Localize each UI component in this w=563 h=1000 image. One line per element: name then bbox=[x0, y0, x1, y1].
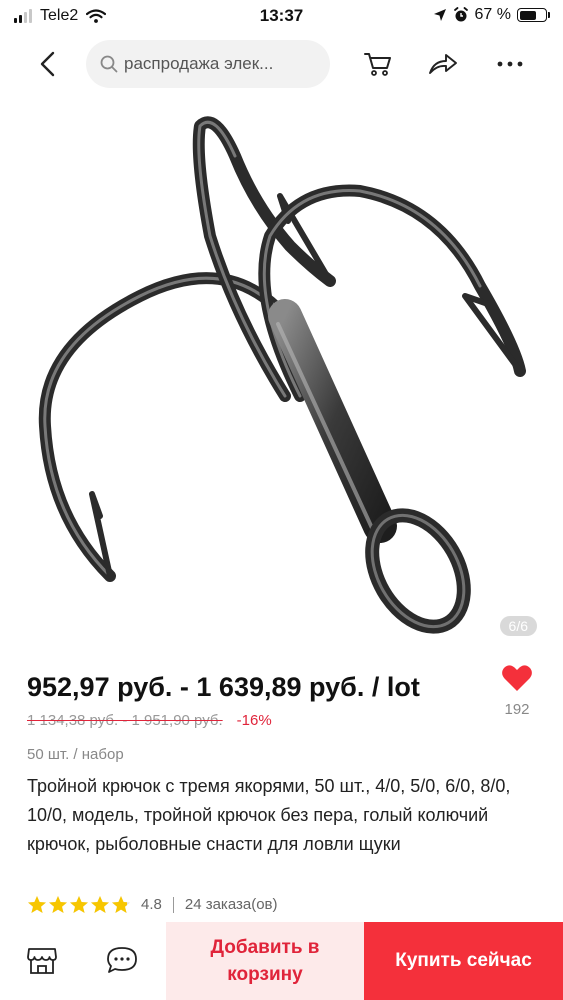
orders-count: 24 заказа(ов) bbox=[184, 896, 278, 913]
treble-hook-image bbox=[38, 116, 526, 634]
star-icon bbox=[70, 896, 88, 913]
back-icon bbox=[40, 51, 55, 77]
divider bbox=[172, 896, 174, 913]
star-icon bbox=[112, 896, 130, 913]
add-to-cart-label: Добавить в корзину bbox=[210, 937, 320, 985]
old-price-row: 1 134,38 руб. - 1 951,90 руб. -16% bbox=[27, 712, 272, 729]
top-nav: распродажа элек... bbox=[0, 36, 563, 92]
rating-value: 4.8 bbox=[141, 896, 162, 913]
more-icon bbox=[497, 61, 523, 67]
bottom-action-bar: Добавить в корзину Купить сейчас bbox=[0, 922, 563, 1000]
price: 952,97 руб. - 1 639,89 руб. / lot bbox=[27, 672, 420, 702]
product-image[interactable] bbox=[0, 96, 563, 648]
store-button[interactable] bbox=[24, 942, 60, 978]
battery-percent: 67 % bbox=[474, 6, 511, 23]
favorites-count: 192 bbox=[504, 701, 530, 718]
product-title: Тройной крючок с тремя якорями, 50 шт., … bbox=[27, 776, 511, 854]
image-counter: 6/6 bbox=[499, 616, 537, 636]
share-icon bbox=[429, 54, 457, 74]
cart-icon bbox=[364, 53, 391, 76]
buy-now-button[interactable]: Купить сейчас bbox=[364, 922, 563, 1000]
old-price: 1 134,38 руб. - 1 951,90 руб. bbox=[27, 712, 223, 729]
store-icon bbox=[27, 948, 57, 974]
search-icon bbox=[100, 55, 118, 73]
unit-label: 50 шт. / набор bbox=[27, 746, 124, 763]
favorite-button[interactable]: 192 bbox=[497, 664, 537, 718]
search-placeholder: распродажа элек... bbox=[124, 54, 274, 73]
star-icon bbox=[91, 896, 109, 913]
search-input[interactable]: распродажа элек... bbox=[86, 40, 330, 88]
star-icon bbox=[49, 896, 67, 913]
chat-button[interactable] bbox=[104, 942, 140, 978]
heart-icon bbox=[502, 665, 532, 691]
chat-icon bbox=[107, 947, 137, 973]
add-to-cart-button[interactable]: Добавить в корзину bbox=[166, 922, 364, 1000]
buy-now-label: Купить сейчас bbox=[395, 950, 532, 971]
location-icon bbox=[433, 9, 446, 21]
star-icon bbox=[28, 896, 46, 913]
rating-row[interactable]: 4.8 24 заказа(ов) bbox=[27, 895, 278, 914]
share-button[interactable] bbox=[425, 48, 461, 80]
discount-badge: -16% bbox=[236, 712, 272, 729]
cart-button[interactable] bbox=[360, 48, 396, 80]
battery-icon bbox=[517, 8, 550, 22]
more-button[interactable] bbox=[492, 48, 528, 80]
status-bar: Tele2 13:37 67 % bbox=[0, 0, 563, 34]
rating-stars bbox=[27, 895, 131, 914]
alarm-icon bbox=[453, 7, 468, 22]
back-button[interactable] bbox=[32, 50, 62, 78]
